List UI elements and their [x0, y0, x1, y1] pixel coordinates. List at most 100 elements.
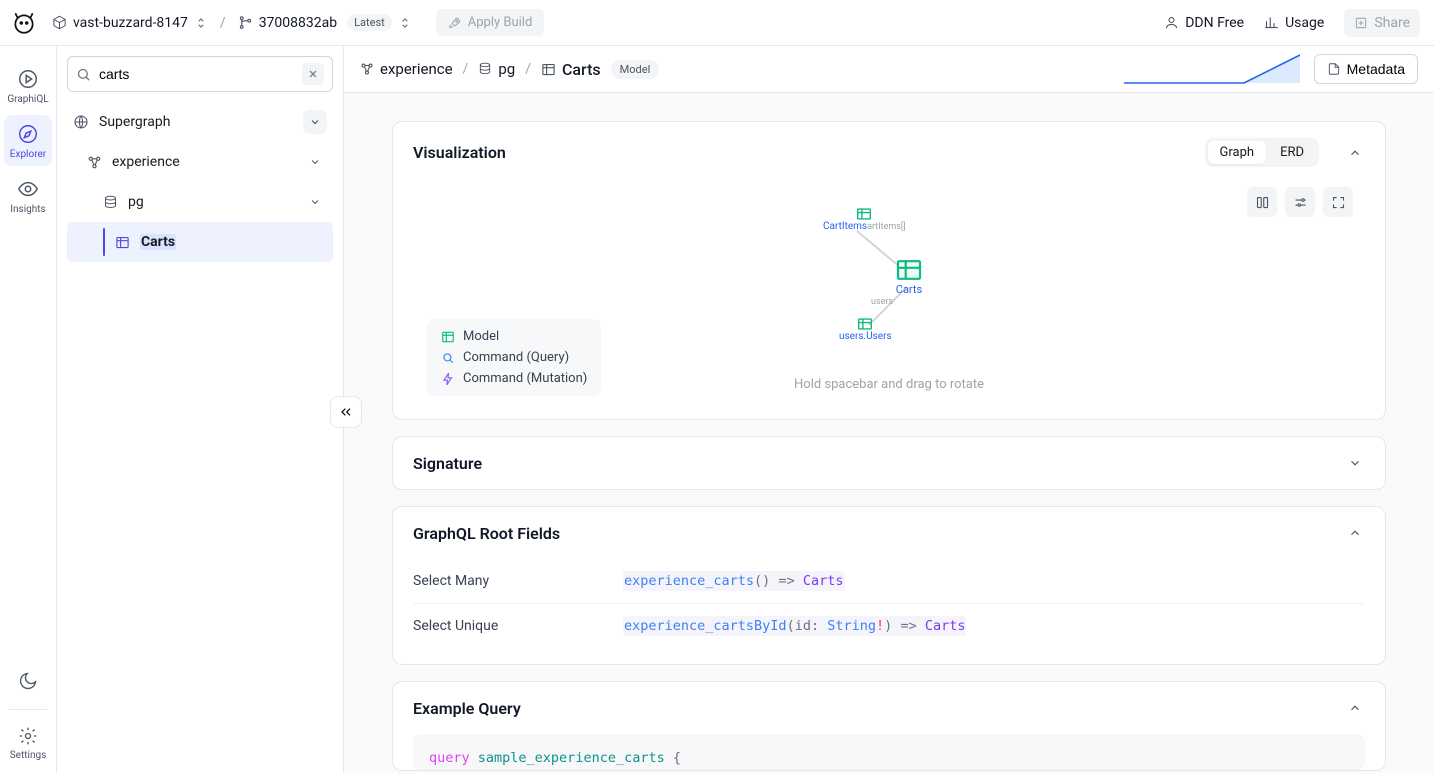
viz-canvas[interactable]: Model Command (Query) Command (Mutation)	[413, 183, 1365, 403]
play-icon	[17, 68, 39, 90]
table-icon	[855, 207, 873, 221]
tree-model-carts[interactable]: Carts	[67, 222, 333, 262]
ddn-plan-link[interactable]: DDN Free	[1164, 15, 1244, 31]
build-id: 37008832ab	[259, 15, 337, 31]
crumb-connector[interactable]: pg	[478, 60, 515, 78]
file-icon	[1327, 62, 1341, 76]
chevron-up-icon	[1348, 526, 1362, 540]
chevron-down-icon[interactable]	[303, 190, 327, 214]
signature-card: Signature	[392, 436, 1386, 490]
share-icon	[1354, 16, 1368, 30]
viz-hint: Hold spacebar and drag to rotate	[413, 377, 1365, 392]
type-chip: Model	[611, 60, 660, 79]
clear-search-button[interactable]	[302, 63, 324, 85]
globe-icon	[73, 114, 89, 130]
collapse-panel-button[interactable]	[330, 396, 362, 428]
visualization-title: Visualization	[413, 143, 1193, 162]
viz-node-carts[interactable]: Carts	[895, 259, 923, 296]
project-selector[interactable]: vast-buzzard-8147	[52, 15, 208, 31]
root-field-select-many: Select Many experience_carts() => Carts	[413, 559, 1365, 603]
collapse-visualization-button[interactable]	[1345, 143, 1365, 163]
viz-node-users[interactable]: users.Users	[839, 317, 892, 342]
sliders-icon	[1293, 195, 1308, 210]
viz-settings-button[interactable]	[1285, 187, 1315, 217]
rail-settings[interactable]: Settings	[4, 718, 52, 773]
user-icon	[1164, 15, 1179, 30]
expand-signature-button[interactable]	[1345, 453, 1365, 473]
search-input[interactable]	[99, 66, 294, 82]
example-query-card: Example Query query sample_experience_ca…	[392, 681, 1386, 771]
moon-icon	[18, 671, 38, 691]
rail-explorer[interactable]: Explorer	[4, 115, 52, 166]
app-logo	[10, 9, 38, 37]
top-bar: vast-buzzard-8147 / 37008832ab Latest Ap…	[0, 0, 1434, 46]
usage-link[interactable]: Usage	[1264, 15, 1324, 31]
content-area: experience / pg / Carts Model	[344, 46, 1434, 773]
rail-insights[interactable]: Insights	[4, 170, 52, 221]
example-query-code: query sample_experience_carts {	[413, 734, 1365, 770]
apply-build-label: Apply Build	[468, 15, 533, 30]
database-icon	[478, 62, 492, 76]
branch-icon	[238, 15, 253, 30]
build-selector[interactable]: 37008832ab Latest	[238, 14, 412, 31]
content-header: experience / pg / Carts Model	[344, 46, 1434, 93]
chevron-down-icon[interactable]	[303, 110, 327, 134]
chevron-up-down-icon	[398, 16, 412, 30]
tree-subgraph-experience[interactable]: experience	[67, 142, 333, 182]
viz-fullscreen-button[interactable]	[1323, 187, 1353, 217]
close-icon	[307, 68, 319, 80]
chevron-down-icon[interactable]	[303, 150, 327, 174]
viz-tab-erd[interactable]: ERD	[1268, 141, 1316, 164]
latest-badge: Latest	[347, 14, 392, 31]
subgraph-icon	[87, 155, 102, 170]
root-field-select-many-sig: experience_carts() => Carts	[623, 573, 845, 589]
table-icon	[541, 62, 556, 77]
viz-tab-graph[interactable]: Graph	[1208, 141, 1267, 164]
search-icon	[76, 67, 91, 82]
chevrons-left-icon	[338, 404, 354, 420]
rail-graphiql[interactable]: GraphiQL	[4, 60, 52, 111]
table-icon	[441, 330, 455, 344]
example-query-title: Example Query	[413, 699, 1333, 718]
viz-edge-label-users: users	[871, 297, 893, 307]
chevron-up-icon	[1348, 146, 1362, 160]
crumb-model: Carts Model	[541, 60, 659, 79]
rail-theme-toggle[interactable]	[4, 661, 52, 701]
explorer-tree: Supergraph experience pg	[67, 102, 333, 262]
share-button[interactable]: Share	[1344, 9, 1420, 37]
project-name: vast-buzzard-8147	[73, 15, 188, 31]
root-field-select-unique: Select Unique experience_cartsById(id: S…	[413, 603, 1365, 648]
breadcrumb-separator: /	[220, 15, 226, 31]
viz-graph: CartItemsartItems[] Carts users	[809, 201, 969, 351]
chevron-up-down-icon	[194, 16, 208, 30]
collapse-root-fields-button[interactable]	[1345, 523, 1365, 543]
crumb-subgraph[interactable]: experience	[360, 60, 453, 78]
search-icon	[441, 351, 455, 365]
left-rail: GraphiQL Explorer Insights Settings	[0, 46, 57, 773]
chevron-up-icon	[1348, 701, 1362, 715]
subgraph-icon	[360, 62, 374, 76]
tree-model-label: Carts	[140, 234, 327, 250]
chevron-down-icon	[1348, 456, 1362, 470]
apply-build-button[interactable]: Apply Build	[436, 9, 545, 36]
columns-icon	[1255, 195, 1270, 210]
viz-layout-button[interactable]	[1247, 187, 1277, 217]
viz-node-cartitems[interactable]: CartItemsartItems[]	[823, 207, 906, 233]
rocket-icon	[448, 16, 462, 30]
root-field-select-unique-sig: experience_cartsById(id: String!) => Car…	[623, 618, 966, 634]
cube-icon	[52, 15, 67, 30]
tree-supergraph[interactable]: Supergraph	[67, 102, 333, 142]
database-icon	[103, 195, 118, 210]
metadata-button[interactable]: Metadata	[1314, 54, 1418, 84]
fullscreen-icon	[1331, 195, 1346, 210]
explorer-panel: Supergraph experience pg	[57, 46, 344, 773]
compass-icon	[17, 123, 39, 145]
collapse-example-button[interactable]	[1345, 698, 1365, 718]
visualization-card: Visualization Graph ERD	[392, 121, 1386, 420]
gear-icon	[18, 726, 38, 746]
search-field-wrap[interactable]	[67, 56, 333, 92]
root-fields-card: GraphQL Root Fields Select Many experien…	[392, 506, 1386, 665]
table-icon	[895, 259, 923, 281]
header-accent-shape	[1124, 54, 1300, 84]
tree-connector-pg[interactable]: pg	[67, 182, 333, 222]
